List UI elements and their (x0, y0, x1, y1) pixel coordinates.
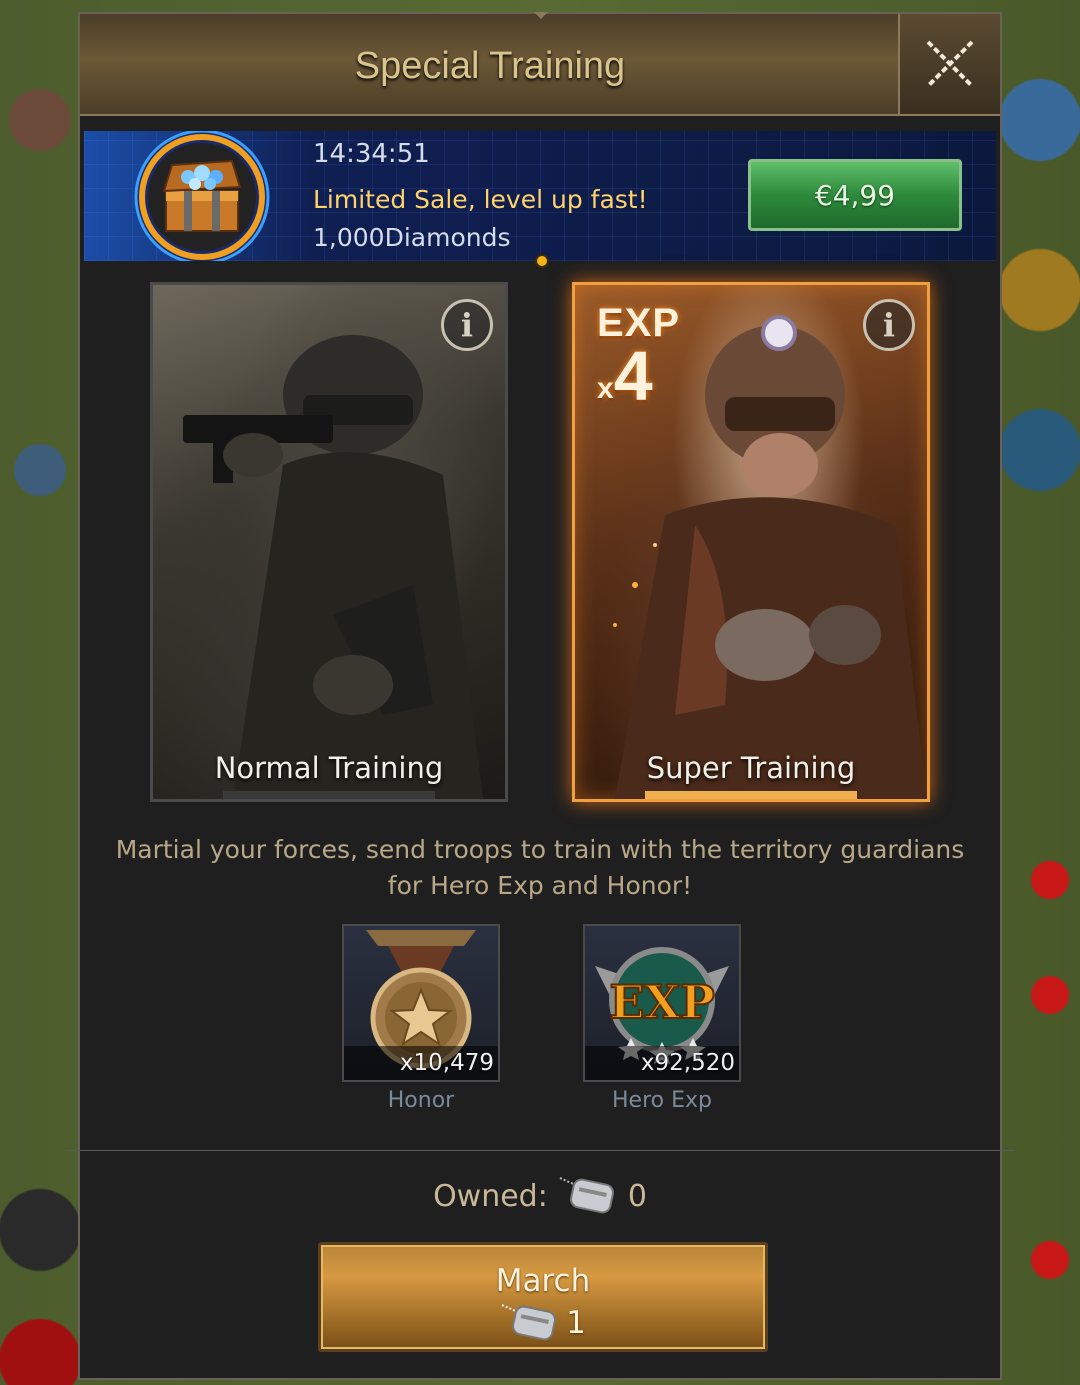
limited-sale-banner[interactable]: 14:34:51 Limited Sale, level up fast! 1,… (84, 131, 996, 261)
normal-soldier-art (183, 335, 483, 799)
banner-page-indicator[interactable] (535, 254, 549, 268)
dialog-header: Special Training (80, 12, 1000, 116)
march-cost-value: 1 (566, 1305, 586, 1341)
card-bottom-bar (645, 791, 857, 799)
owned-row: Owned: 0 (80, 1172, 1000, 1220)
sale-tagline: Limited Sale, level up fast! (313, 185, 648, 214)
normal-training-label: Normal Training (214, 751, 444, 785)
exp-badge-multiplier: 4 (613, 337, 653, 415)
dialog-title: Special Training (354, 45, 626, 87)
honor-label: Honor (387, 1088, 455, 1113)
super-training-info-button[interactable]: i (863, 299, 915, 351)
close-button[interactable] (898, 14, 1000, 114)
owned-value: 0 (627, 1178, 647, 1214)
reward-hero-exp[interactable]: EXP x92,520 (583, 924, 741, 1082)
diamond-chest-icon (134, 131, 270, 261)
close-icon (926, 40, 974, 88)
buy-price-button[interactable]: €4,99 (748, 159, 962, 231)
exp-multiplier-badge: EXP x4 (597, 301, 680, 411)
section-divider (66, 1150, 1014, 1151)
march-button[interactable]: March 1 (318, 1242, 768, 1352)
march-cost: 1 (321, 1299, 765, 1347)
hero-exp-badge-text: EXP (609, 975, 714, 1029)
card-bottom-bar (223, 791, 435, 799)
march-label: March (495, 1263, 591, 1299)
super-training-card[interactable]: EXP x4 i Super Training (572, 282, 930, 802)
hero-exp-label: Hero Exp (612, 1088, 712, 1113)
train-dog-tag-icon (501, 1304, 557, 1341)
sale-timer: 14:34:51 (313, 139, 430, 169)
reward-honor[interactable]: x10,479 (342, 924, 500, 1082)
owned-label: Owned: (433, 1178, 548, 1214)
honor-count: x10,479 (344, 1046, 498, 1080)
training-description: Martial your forces, send troops to trai… (115, 835, 965, 900)
normal-training-card[interactable]: i Normal Training (150, 282, 508, 802)
exp-badge-x: x (597, 372, 614, 405)
sale-diamonds: 1,000Diamonds (313, 223, 511, 252)
train-dog-tag-icon (559, 1177, 614, 1214)
special-training-dialog: Special Training 14:34:51 Limited Sale, … (66, 12, 1014, 1380)
hero-exp-count: x92,520 (585, 1046, 739, 1080)
normal-training-info-button[interactable]: i (441, 299, 493, 351)
super-training-label: Super Training (646, 751, 856, 785)
